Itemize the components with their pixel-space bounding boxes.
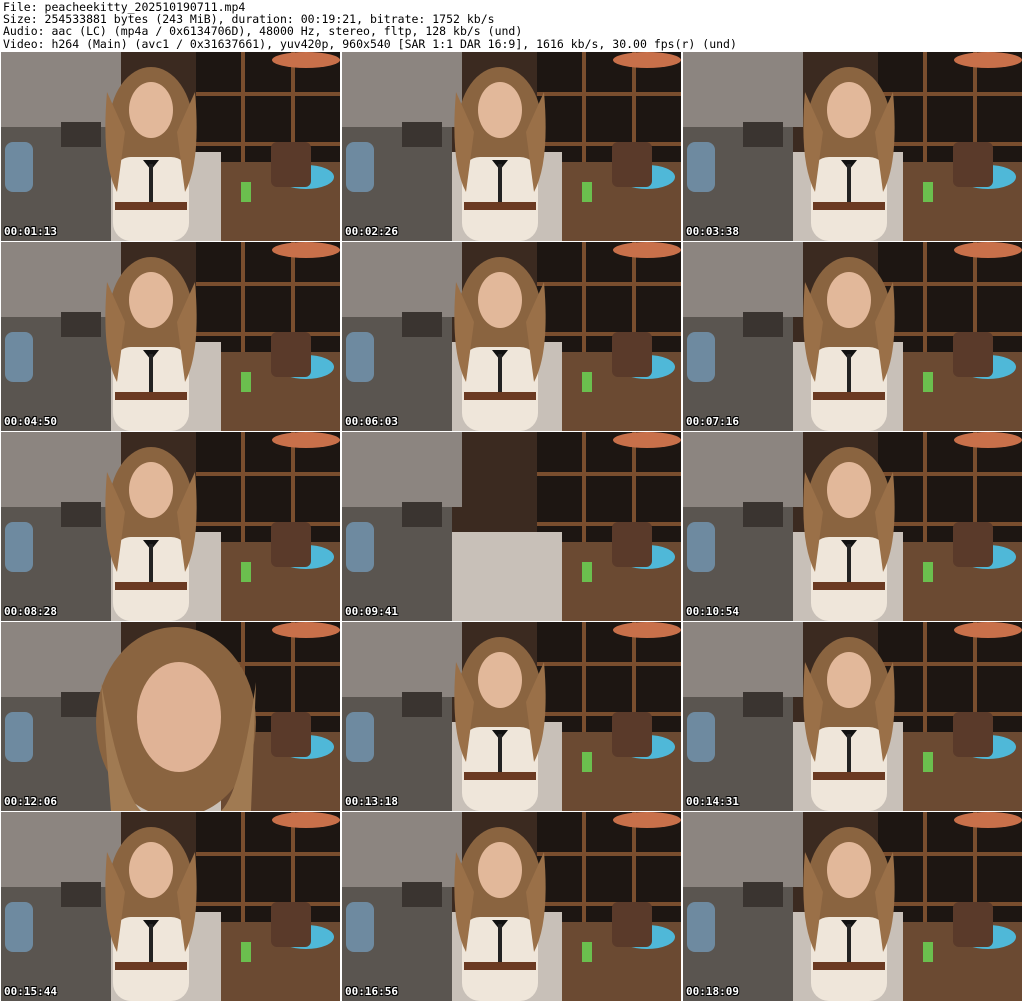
- thumbnail-frame: 00:01:13: [1, 52, 340, 241]
- thumbnail-frame: 00:16:56: [342, 812, 681, 1001]
- frame-timestamp: 00:14:31: [686, 795, 739, 808]
- thumbnail-frame: 00:02:26: [342, 52, 681, 241]
- thumbnail-frame: 00:13:18: [342, 622, 681, 811]
- thumbnail-frame: 00:03:38: [683, 52, 1022, 241]
- thumbnail-frame: 00:10:54: [683, 432, 1022, 621]
- frame-timestamp: 00:13:18: [345, 795, 398, 808]
- frame-timestamp: 00:12:06: [4, 795, 57, 808]
- frame-timestamp: 00:10:54: [686, 605, 739, 618]
- video-frame-image: [683, 622, 1022, 811]
- frame-timestamp: 00:16:56: [345, 985, 398, 998]
- frame-timestamp: 00:15:44: [4, 985, 57, 998]
- video-frame-image: [1, 622, 340, 811]
- thumbnail-frame: 00:09:41: [342, 432, 681, 621]
- thumbnail-grid: 00:01:13 00:02:26 00:03:38 00:04:50 00:0…: [1, 52, 1023, 1002]
- video-frame-image: [1, 812, 340, 1001]
- video-frame-image: [683, 812, 1022, 1001]
- frame-timestamp: 00:01:13: [4, 225, 57, 238]
- thumbnail-frame: 00:18:09: [683, 812, 1022, 1001]
- thumbnail-frame: 00:07:16: [683, 242, 1022, 431]
- video-frame-image: [683, 52, 1022, 241]
- video-frame-image: [683, 242, 1022, 431]
- video-frame-image: [342, 242, 681, 431]
- video-line: Video: h264 (Main) (avc1 / 0x31637661), …: [3, 36, 737, 51]
- video-frame-image: [342, 52, 681, 241]
- thumbnail-frame: 00:12:06: [1, 622, 340, 811]
- video-frame-image: [1, 242, 340, 431]
- video-frame-image: [1, 52, 340, 241]
- thumbnail-frame: 00:14:31: [683, 622, 1022, 811]
- thumbnail-frame: 00:06:03: [342, 242, 681, 431]
- frame-timestamp: 00:07:16: [686, 415, 739, 428]
- frame-timestamp: 00:18:09: [686, 985, 739, 998]
- video-frame-image: [683, 432, 1022, 621]
- frame-timestamp: 00:04:50: [4, 415, 57, 428]
- frame-timestamp: 00:09:41: [345, 605, 398, 618]
- audio-line: Audio: aac (LC) (mp4a / 0x6134706D), 480…: [3, 24, 523, 39]
- video-frame-image: [1, 432, 340, 621]
- thumbnail-frame: 00:15:44: [1, 812, 340, 1001]
- file-info-header: File: peacheekitty_202510190711.mp4 Size…: [3, 1, 1021, 50]
- video-frame-image: [342, 812, 681, 1001]
- thumbnail-frame: 00:08:28: [1, 432, 340, 621]
- frame-timestamp: 00:02:26: [345, 225, 398, 238]
- frame-timestamp: 00:08:28: [4, 605, 57, 618]
- frame-timestamp: 00:03:38: [686, 225, 739, 238]
- thumbnail-frame: 00:04:50: [1, 242, 340, 431]
- frame-timestamp: 00:06:03: [345, 415, 398, 428]
- video-frame-image: [342, 432, 681, 621]
- video-frame-image: [342, 622, 681, 811]
